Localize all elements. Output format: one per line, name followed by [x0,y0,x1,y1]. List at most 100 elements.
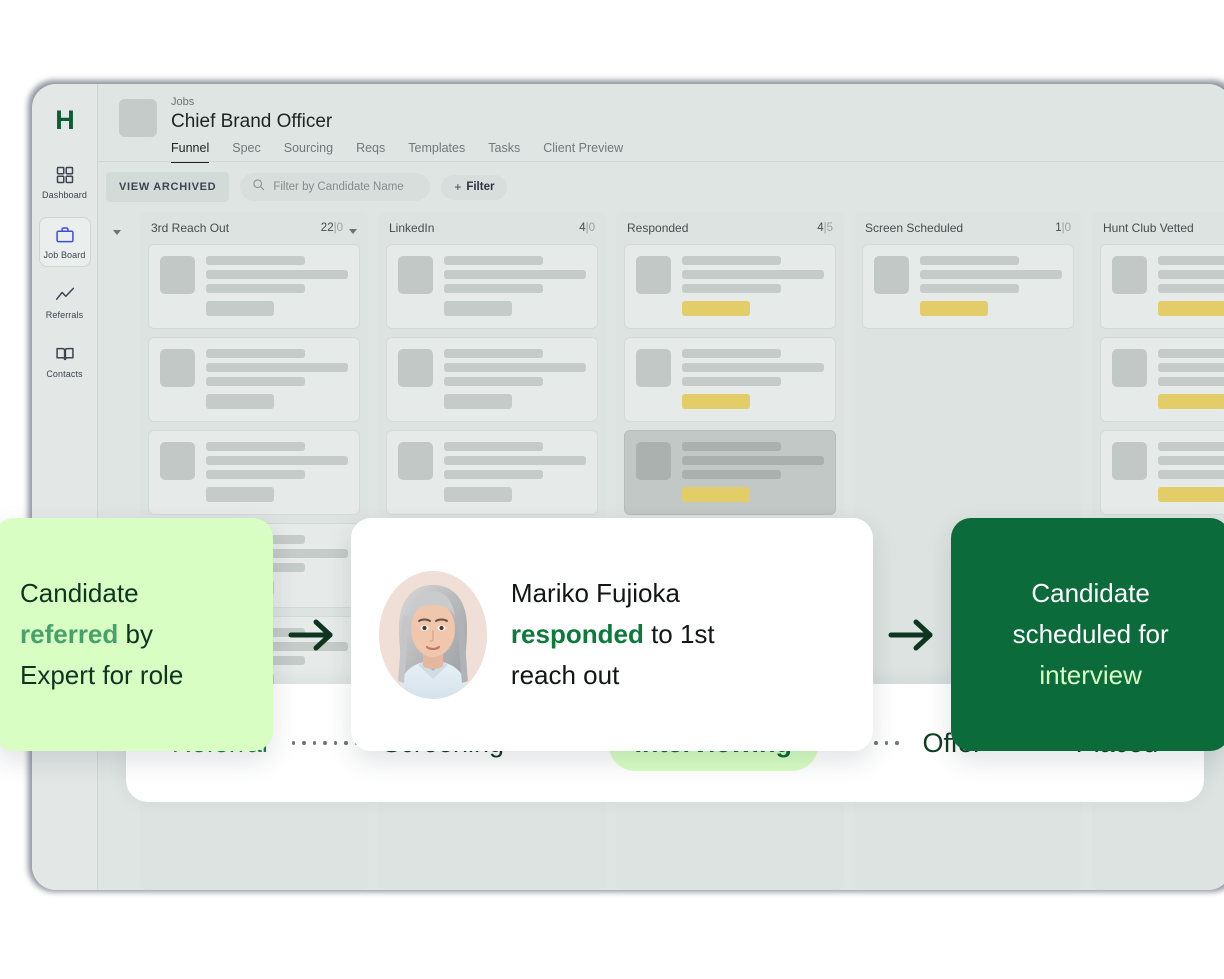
sidebar-item-label: Job Board [43,250,86,260]
sidebar: H Dashboard Job Board Referrals Contacts [32,84,98,890]
avatar [636,256,671,294]
trending-up-icon [54,285,76,305]
main-content: Jobs Chief Brand Officer Funnel Spec Sou… [98,84,1224,890]
avatar [1112,349,1147,387]
sidebar-item-label: Contacts [46,369,83,379]
column-title: LinkedIn [389,221,435,235]
card-placeholder-lines [206,442,348,502]
card-placeholder-lines [444,349,586,409]
card-placeholder-lines [206,256,348,316]
arrow-right-icon-1 [273,618,351,652]
app-window: H Dashboard Job Board Referrals Contacts… [32,84,1224,890]
scheduled-line-1: Candidate [1031,578,1150,608]
plus-icon: + [454,180,462,194]
sidebar-item-dashboard[interactable]: Dashboard [39,158,91,206]
tab-bar: Funnel Spec Sourcing Reqs Templates Task… [171,141,623,163]
candidate-card[interactable] [1100,244,1224,329]
card-placeholder-lines [206,349,348,409]
column-meta: 22|0 [321,222,357,234]
column-header: Screen Scheduled 1|0 [862,221,1074,244]
filter-button-label: Filter [466,181,495,193]
avatar [160,349,195,387]
candidate-card-selected[interactable] [624,430,836,515]
card-placeholder-lines [444,256,586,316]
candidate-card[interactable] [386,244,598,329]
sidebar-item-job-board[interactable]: Job Board [38,217,91,267]
candidate-avatar-photo [378,570,487,699]
candidate-card[interactable] [1100,337,1224,422]
job-header: Jobs Chief Brand Officer Funnel Spec Sou… [119,95,1224,163]
column-title: Responded [627,221,689,235]
candidate-card[interactable] [624,244,836,329]
breadcrumb[interactable]: Jobs [171,95,623,109]
column-title: Screen Scheduled [865,221,964,235]
app-logo: H [55,104,75,135]
candidate-card[interactable] [386,337,598,422]
tab-templates[interactable]: Templates [408,141,465,163]
sidebar-item-label: Referrals [45,310,84,320]
card-placeholder-lines [682,442,824,502]
filter-toolbar: VIEW ARCHIVED Filter by Candidate Name +… [98,162,1224,212]
status-badge [1158,394,1224,409]
column-count: 4|0 [579,222,595,234]
tab-tasks[interactable]: Tasks [488,141,520,163]
column-header: Responded 4|5 [624,221,836,244]
avatar [160,442,195,480]
search-placeholder: Filter by Candidate Name [273,181,404,193]
referral-line-1: Candidate [20,578,139,608]
candidate-card[interactable] [148,337,360,422]
avatar [1112,256,1147,294]
tab-reqs[interactable]: Reqs [356,141,385,163]
candidate-card[interactable] [386,430,598,515]
story-card-referral: Candidate referred by Expert for role [0,518,273,751]
filter-button[interactable]: + Filter [441,174,508,200]
candidate-card[interactable] [1100,430,1224,515]
story-card-responded: Mariko Fujioka responded to 1st reach ou… [350,518,874,751]
story-card-scheduled: Candidate scheduled for interview [951,518,1224,751]
tab-sourcing[interactable]: Sourcing [284,141,333,163]
candidate-name: Mariko Fujioka [510,578,680,608]
view-archived-button[interactable]: VIEW ARCHIVED [106,172,230,202]
tab-spec[interactable]: Spec [232,141,261,163]
status-badge [682,301,751,316]
search-input[interactable]: Filter by Candidate Name [240,173,431,201]
status-badge [920,301,989,316]
card-placeholder-lines [444,442,586,502]
tab-client-preview[interactable]: Client Preview [543,141,623,163]
sidebar-item-referrals[interactable]: Referrals [39,278,91,326]
sidebar-item-contacts[interactable]: Contacts [39,337,91,385]
search-icon [252,178,265,196]
column-title: Hunt Club Vetted [1103,221,1194,235]
column-header: LinkedIn 4|0 [386,221,598,244]
avatar [636,349,671,387]
candidate-card[interactable] [862,244,1074,329]
story-scheduled-text: Candidate scheduled for interview [1013,573,1169,696]
job-thumbnail [119,99,157,137]
card-placeholder-lines [682,349,824,409]
status-badge [1158,487,1224,502]
candidate-card[interactable] [624,337,836,422]
chevron-down-icon[interactable] [349,228,357,234]
story-referral-text: Candidate referred by Expert for role [20,573,183,696]
avatar [160,256,195,294]
candidate-card[interactable] [148,244,360,329]
status-badge [682,487,751,502]
page-title: Chief Brand Officer [171,111,333,132]
avatar [398,442,433,480]
story-responded-text: Mariko Fujioka responded to 1st reach ou… [511,573,715,696]
candidate-card[interactable] [148,430,360,515]
tab-funnel[interactable]: Funnel [171,141,210,163]
avatar [636,442,671,480]
scheduled-line-2: scheduled for [1012,619,1169,649]
arrow-right-icon-2 [873,618,951,652]
responded-line-3: reach out [510,660,620,690]
column-count: 4|5 [817,222,833,234]
screenshot-root: H Dashboard Job Board Referrals Contacts… [0,0,1224,979]
status-badge [1158,301,1224,316]
card-placeholder-lines [682,256,824,316]
avatar [874,256,909,294]
chevron-down-icon[interactable] [113,230,121,235]
scheduled-highlight: interview [1039,660,1142,690]
story-overlay: Candidate referred by Expert for role Ma… [0,518,1224,751]
column-title: 3rd Reach Out [151,221,230,235]
